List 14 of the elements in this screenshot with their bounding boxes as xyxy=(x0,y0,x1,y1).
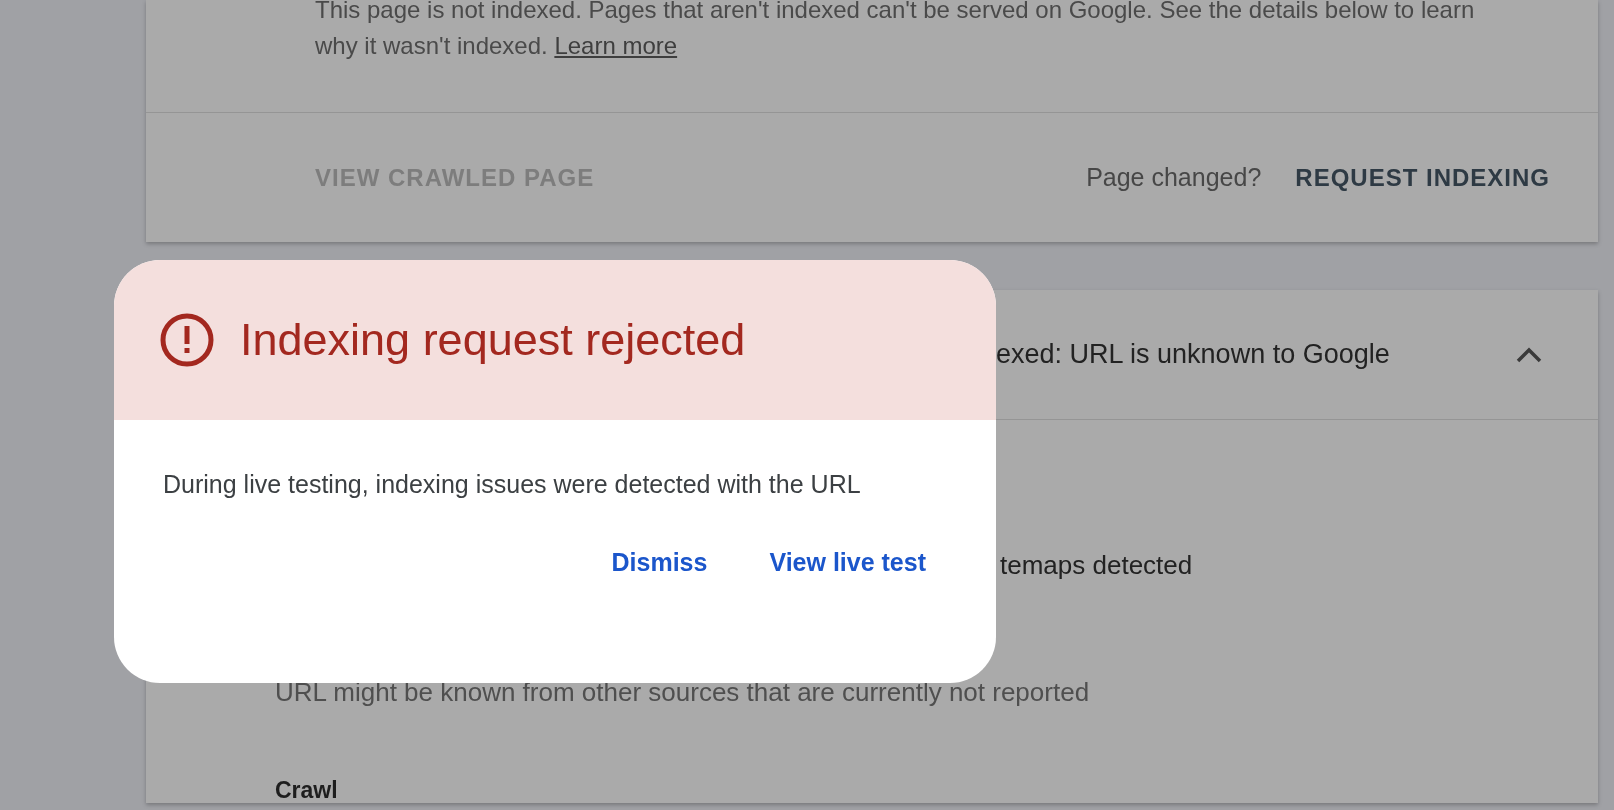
page-changed-label: Page changed? xyxy=(1086,163,1262,192)
not-indexed-description: This page is not indexed. Pages that aren't indexed can't be served on Google. See the details below to learn why it wasn't indexed. Learn more xyxy=(314,0,1475,61)
sitemaps-text: temaps detected xyxy=(1000,550,1194,580)
alert-icon xyxy=(160,313,214,367)
chevron-up-icon[interactable] xyxy=(1516,346,1542,363)
learn-more-link[interactable]: Learn more xyxy=(554,32,678,59)
crawl-heading: Crawl xyxy=(275,777,339,803)
request-indexing-button[interactable]: REQUEST INDEXING xyxy=(1295,163,1550,192)
view-live-test-button[interactable]: View live test xyxy=(749,542,946,583)
dialog-message: During live testing, indexing issues were detected with the URL xyxy=(163,469,862,500)
dialog-title: Indexing request rejected xyxy=(240,314,746,366)
coverage-heading: exed: URL is unknown to Google xyxy=(996,339,1390,370)
dismiss-button[interactable]: Dismiss xyxy=(591,542,728,583)
referring-note: URL might be known from other sources that are currently not reported xyxy=(275,677,1091,707)
